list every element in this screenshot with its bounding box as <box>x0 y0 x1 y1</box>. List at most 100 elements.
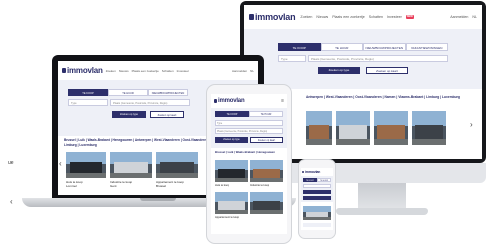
logo[interactable]: immovlan <box>214 98 245 104</box>
city-link[interactable]: West-Vlaanderen <box>154 138 180 142</box>
search-panel: TE KOOP TE HUUR Type Plaats (Gemeente, P… <box>211 108 287 148</box>
listing-photo[interactable] <box>250 160 283 182</box>
search-panel: TE KOOP TE HUUR NIEUWBOUWPROJECTEN VAKAN… <box>244 29 482 89</box>
search-button[interactable]: Zoeken op type <box>215 137 248 143</box>
city-links: Brussel | Luik | Waals-Brabant | Henegou… <box>215 150 275 154</box>
language-select[interactable]: NL <box>472 15 477 19</box>
logo[interactable]: immovlan <box>62 66 103 75</box>
account-nav: Aanmelden NL <box>450 15 477 19</box>
main-nav: Zoeken Nieuws Plaats een zoekertje Schat… <box>106 69 189 73</box>
nav-item-schatten[interactable]: Schatten <box>369 15 383 19</box>
listing-title: Industrie te koop <box>250 184 270 187</box>
tab-te-koop[interactable]: TE KOOP <box>215 111 249 117</box>
tab-te-koop[interactable]: TE KOOP <box>68 89 108 96</box>
search-tabs: TE KOOP TE HUUR NIEUWBOUWPROJECTEN <box>68 89 188 96</box>
city-link[interactable]: Antwerpen <box>306 95 323 99</box>
listing-photo[interactable] <box>374 111 408 145</box>
location-input[interactable]: Plaats (Gemeente, Postcode, Provincie, R… <box>308 55 448 62</box>
tab-te-huur[interactable]: TE HUUR <box>249 111 283 117</box>
listing-photo[interactable] <box>306 111 332 145</box>
tab-nieuwbouw[interactable]: NIEUWBOUWPROJECTEN <box>363 43 406 51</box>
city-link[interactable]: Oost-Vlaanderen <box>355 95 381 99</box>
logo-house-icon <box>249 14 254 20</box>
city-link[interactable]: Brussel <box>64 138 76 142</box>
listing-place: Lommel <box>66 184 77 188</box>
tab-te-koop[interactable]: TE KOOP <box>278 43 321 51</box>
listing-photo[interactable] <box>303 206 331 220</box>
city-links: Antwerpen | West-Vlaanderen | Oost-Vlaan… <box>306 95 460 99</box>
tablet-screen: immovlan ≡ TE KOOP TE HUUR Type Plaats (… <box>211 94 287 234</box>
tab-te-huur[interactable]: TE HUUR <box>317 178 331 182</box>
login-link[interactable]: Aanmelden <box>450 15 468 19</box>
tab-te-huur[interactable]: TE HUUR <box>320 43 363 51</box>
search-tabs: TE KOOP TE HUUR <box>303 178 331 182</box>
location-input[interactable]: Plaats (Gemeente, Postcode, Provincie, R… <box>110 99 190 106</box>
nav-item-plaats[interactable]: Plaats een zoekertje <box>332 15 365 19</box>
logo[interactable]: immovlan <box>302 170 320 174</box>
tab-nieuwbouw[interactable]: NIEUWBOUWPROJECTEN <box>148 89 188 96</box>
nav-item-zoeken[interactable]: Zoeken <box>300 15 312 19</box>
type-select[interactable]: Type <box>215 120 283 126</box>
listing-photo[interactable] <box>110 152 152 178</box>
city-link[interactable]: Waals-Brabant <box>88 138 110 142</box>
search-button[interactable]: Zoeken op type <box>318 67 360 74</box>
nav-item-schatten[interactable]: Schatten <box>162 69 174 73</box>
tab-vakantie[interactable]: VAKANTIEWONINGEN <box>405 43 448 51</box>
city-link[interactable]: Limburg <box>64 143 77 147</box>
listing-photo[interactable] <box>412 111 446 145</box>
city-link[interactable]: Henegouwen <box>258 150 275 154</box>
listing-photo[interactable] <box>215 160 248 182</box>
chevron-left-icon[interactable]: ‹ <box>59 160 62 168</box>
tab-te-huur[interactable]: TE HUUR <box>108 89 148 96</box>
listing-photo[interactable] <box>156 152 198 178</box>
nav-item-plaats[interactable]: Plaats een zoekertje <box>132 69 159 73</box>
listing-title: Huis te koop <box>215 184 230 187</box>
new-badge: NEW <box>405 15 414 19</box>
desktop-header: immovlan Zoeken Nieuws Plaats een zoeker… <box>244 5 482 29</box>
login-link[interactable]: Aanmelden <box>232 69 247 73</box>
location-input[interactable] <box>303 184 331 188</box>
laptop-header: immovlan Zoeken Nieuws Plaats een zoeker… <box>58 61 258 80</box>
city-link[interactable]: Antwerpen <box>135 138 151 142</box>
nav-item-investeer[interactable]: Investeer <box>387 15 402 19</box>
type-select[interactable]: Type <box>278 55 306 62</box>
city-link[interactable]: Waals-Brabant <box>236 150 255 154</box>
listing-placeholder <box>303 223 331 227</box>
listing-photo[interactable] <box>250 192 283 214</box>
map-search-button[interactable]: Zoeken op kaart <box>366 67 408 74</box>
type-select[interactable]: Type <box>68 99 108 106</box>
search-button[interactable] <box>303 190 331 194</box>
laptop-notch <box>140 198 176 201</box>
map-search-button[interactable]: Zoeken op kaart <box>250 137 283 143</box>
city-link[interactable]: Luik <box>78 138 85 142</box>
city-link[interactable]: Vlaams-Brabant <box>398 95 423 99</box>
listing-photo[interactable] <box>215 192 248 214</box>
language-select[interactable]: NL <box>250 69 254 73</box>
logo[interactable]: immovlan <box>249 12 296 22</box>
search-button[interactable]: Zoeken op type <box>112 111 146 118</box>
map-search-button[interactable]: Zoeken op kaart <box>150 111 184 118</box>
phone-header: immovlan <box>301 168 333 176</box>
city-link[interactable]: Luik <box>228 150 234 154</box>
nav-item-investeer[interactable]: Investeer <box>177 69 189 73</box>
city-link[interactable]: Limburg <box>426 95 439 99</box>
city-link[interactable]: Namen <box>384 95 395 99</box>
listing-photo[interactable] <box>336 111 370 145</box>
nav-item-nieuws[interactable]: Nieuws <box>316 15 328 19</box>
city-link[interactable]: Henegouwen <box>112 138 132 142</box>
nav-item-zoeken[interactable]: Zoeken <box>106 69 116 73</box>
city-link[interactable]: Luxemburg <box>442 95 460 99</box>
city-link[interactable]: Oost-Vlaanderen <box>183 138 209 142</box>
location-input[interactable]: Plaats (Gemeente, Postcode, Provincie, R… <box>215 128 283 134</box>
monitor-foot <box>336 208 428 215</box>
city-link[interactable]: Brussel <box>215 150 225 154</box>
nav-item-nieuws[interactable]: Nieuws <box>119 69 129 73</box>
tab-te-koop[interactable]: TE KOOP <box>303 178 317 182</box>
city-link[interactable]: Luxemburg <box>79 143 96 147</box>
chevron-right-icon[interactable]: › <box>470 121 473 129</box>
map-search-button[interactable] <box>303 196 331 200</box>
city-link[interactable]: West-Vlaanderen <box>326 95 353 99</box>
logo-house-icon <box>214 99 217 103</box>
menu-icon[interactable]: ≡ <box>281 98 284 104</box>
listing-photo[interactable] <box>66 152 106 178</box>
